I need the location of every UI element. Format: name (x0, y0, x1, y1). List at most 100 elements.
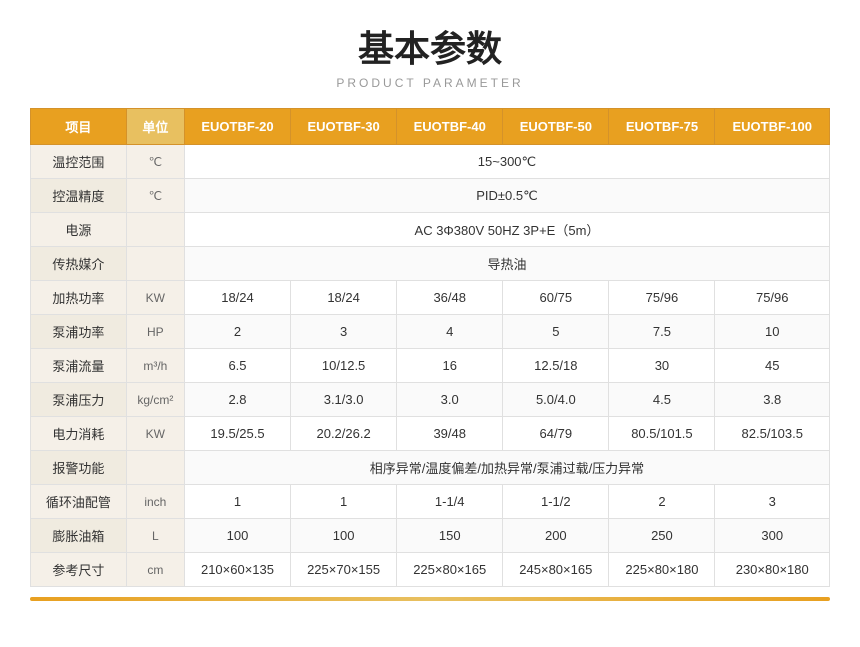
table-row: 膨胀油箱L100100150200250300 (31, 519, 830, 553)
bottom-line (30, 597, 830, 601)
row-label-3: 传热媒介 (31, 247, 127, 281)
row-10-val-3: 1-1/2 (503, 485, 609, 519)
col-header-0: 项目 (31, 109, 127, 145)
row-12-val-3: 245×80×165 (503, 553, 609, 587)
row-11-val-5: 300 (715, 519, 830, 553)
row-11-val-4: 250 (609, 519, 715, 553)
row-7-val-2: 3.0 (397, 383, 503, 417)
row-7-val-0: 2.8 (184, 383, 290, 417)
row-label-11: 膨胀油箱 (31, 519, 127, 553)
table-row: 泵浦流量m³/h6.510/12.51612.5/183045 (31, 349, 830, 383)
col-header-1: 单位 (126, 109, 184, 145)
row-12-val-0: 210×60×135 (184, 553, 290, 587)
param-table: 项目单位EUOTBF-20EUOTBF-30EUOTBF-40EUOTBF-50… (30, 108, 830, 587)
row-colspan-value-1: PID±0.5℃ (184, 179, 829, 213)
row-10-val-1: 1 (291, 485, 397, 519)
row-unit-10: inch (126, 485, 184, 519)
row-unit-12: cm (126, 553, 184, 587)
row-5-val-2: 4 (397, 315, 503, 349)
table-row: 泵浦功率HP23457.510 (31, 315, 830, 349)
table-row: 循环油配管inch111-1/41-1/223 (31, 485, 830, 519)
table-row: 泵浦压力kg/cm²2.83.1/3.03.05.0/4.04.53.8 (31, 383, 830, 417)
row-12-val-1: 225×70×155 (291, 553, 397, 587)
row-8-val-0: 19.5/25.5 (184, 417, 290, 451)
col-header-5: EUOTBF-50 (503, 109, 609, 145)
row-unit-3 (126, 247, 184, 281)
row-unit-4: KW (126, 281, 184, 315)
page-subtitle: PRODUCT PARAMETER (30, 76, 830, 90)
row-4-val-4: 75/96 (609, 281, 715, 315)
row-7-val-4: 4.5 (609, 383, 715, 417)
table-row: 温控范围℃15~300℃ (31, 145, 830, 179)
row-6-val-4: 30 (609, 349, 715, 383)
row-8-val-5: 82.5/103.5 (715, 417, 830, 451)
table-row: 电力消耗KW19.5/25.520.2/26.239/4864/7980.5/1… (31, 417, 830, 451)
row-label-7: 泵浦压力 (31, 383, 127, 417)
row-unit-8: KW (126, 417, 184, 451)
row-11-val-1: 100 (291, 519, 397, 553)
row-11-val-3: 200 (503, 519, 609, 553)
row-12-val-4: 225×80×180 (609, 553, 715, 587)
row-8-val-4: 80.5/101.5 (609, 417, 715, 451)
row-11-val-0: 100 (184, 519, 290, 553)
row-unit-1: ℃ (126, 179, 184, 213)
col-header-2: EUOTBF-20 (184, 109, 290, 145)
row-label-0: 温控范围 (31, 145, 127, 179)
row-unit-6: m³/h (126, 349, 184, 383)
row-12-val-2: 225×80×165 (397, 553, 503, 587)
row-7-val-1: 3.1/3.0 (291, 383, 397, 417)
row-5-val-5: 10 (715, 315, 830, 349)
row-4-val-5: 75/96 (715, 281, 830, 315)
table-row: 传热媒介导热油 (31, 247, 830, 281)
row-7-val-5: 3.8 (715, 383, 830, 417)
row-8-val-3: 64/79 (503, 417, 609, 451)
row-10-val-2: 1-1/4 (397, 485, 503, 519)
row-label-12: 参考尺寸 (31, 553, 127, 587)
row-colspan-value-9: 相序异常/温度偏差/加热异常/泵浦过载/压力异常 (184, 451, 829, 485)
row-colspan-value-0: 15~300℃ (184, 145, 829, 179)
row-4-val-1: 18/24 (291, 281, 397, 315)
row-label-1: 控温精度 (31, 179, 127, 213)
col-header-3: EUOTBF-30 (291, 109, 397, 145)
row-6-val-1: 10/12.5 (291, 349, 397, 383)
table-row: 电源 AC 3Φ380V 50HZ 3P+E（5m） (31, 213, 830, 247)
table-row: 报警功能 相序异常/温度偏差/加热异常/泵浦过载/压力异常 (31, 451, 830, 485)
row-12-val-5: 230×80×180 (715, 553, 830, 587)
col-header-6: EUOTBF-75 (609, 109, 715, 145)
row-unit-2 (126, 213, 184, 247)
row-6-val-0: 6.5 (184, 349, 290, 383)
table-row: 控温精度℃PID±0.5℃ (31, 179, 830, 213)
row-8-val-2: 39/48 (397, 417, 503, 451)
page-wrapper: 基本参数 PRODUCT PARAMETER 项目单位EUOTBF-20EUOT… (0, 0, 860, 631)
row-label-4: 加热功率 (31, 281, 127, 315)
row-5-val-0: 2 (184, 315, 290, 349)
page-title: 基本参数 (30, 20, 830, 72)
row-unit-9 (126, 451, 184, 485)
row-7-val-3: 5.0/4.0 (503, 383, 609, 417)
row-4-val-3: 60/75 (503, 281, 609, 315)
row-4-val-0: 18/24 (184, 281, 290, 315)
row-10-val-5: 3 (715, 485, 830, 519)
row-8-val-1: 20.2/26.2 (291, 417, 397, 451)
row-label-9: 报警功能 (31, 451, 127, 485)
row-unit-11: L (126, 519, 184, 553)
row-5-val-4: 7.5 (609, 315, 715, 349)
row-unit-0: ℃ (126, 145, 184, 179)
row-5-val-1: 3 (291, 315, 397, 349)
row-6-val-2: 16 (397, 349, 503, 383)
row-colspan-value-2: AC 3Φ380V 50HZ 3P+E（5m） (184, 213, 829, 247)
row-label-8: 电力消耗 (31, 417, 127, 451)
row-5-val-3: 5 (503, 315, 609, 349)
row-10-val-0: 1 (184, 485, 290, 519)
row-label-2: 电源 (31, 213, 127, 247)
col-header-4: EUOTBF-40 (397, 109, 503, 145)
row-6-val-3: 12.5/18 (503, 349, 609, 383)
row-unit-5: HP (126, 315, 184, 349)
row-4-val-2: 36/48 (397, 281, 503, 315)
row-label-10: 循环油配管 (31, 485, 127, 519)
row-label-5: 泵浦功率 (31, 315, 127, 349)
row-label-6: 泵浦流量 (31, 349, 127, 383)
row-10-val-4: 2 (609, 485, 715, 519)
row-6-val-5: 45 (715, 349, 830, 383)
table-row: 加热功率KW18/2418/2436/4860/7575/9675/96 (31, 281, 830, 315)
